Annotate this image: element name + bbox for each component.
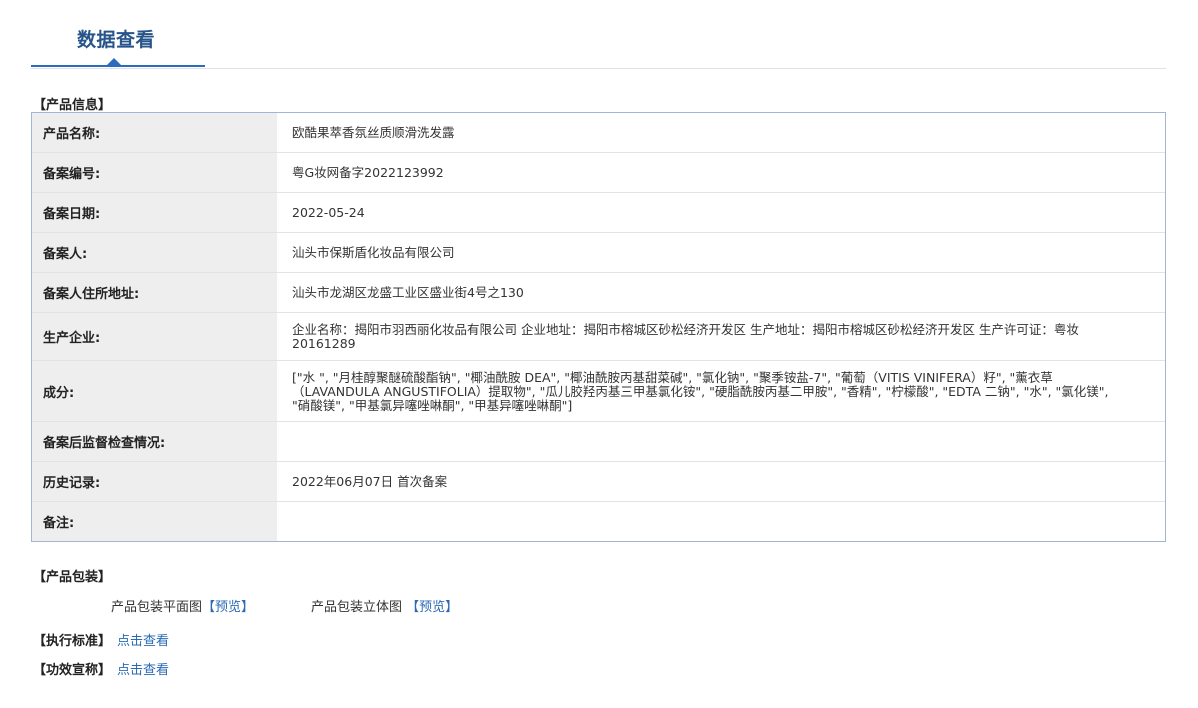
table-row: 备案日期: 2022-05-24 [32, 193, 1165, 233]
row-label: 备案人住所地址: [32, 273, 277, 312]
row-label: 产品名称: [32, 113, 277, 152]
filer-address-value: 汕头市龙湖区龙盛工业区盛业街4号之130 [292, 284, 524, 300]
row-label: 备案日期: [32, 193, 277, 232]
table-row: 备案后监督检查情况: [32, 422, 1165, 462]
row-label: 成分: [32, 361, 277, 421]
product-info-heading: 【产品信息】 [33, 98, 112, 113]
row-label: 历史记录: [32, 462, 277, 501]
efficacy-label: 【功效宣称】 [33, 663, 112, 678]
row-label: 生产企业: [32, 313, 277, 360]
table-row: 备案编号: 粤G妆网备字2022123992 [32, 153, 1165, 193]
packaging-solid-label: 产品包装立体图 [311, 600, 403, 615]
standard-view-link[interactable]: 点击查看 [117, 634, 169, 649]
table-row: 备案人住所地址: 汕头市龙湖区龙盛工业区盛业街4号之130 [32, 273, 1165, 313]
table-row: 生产企业: 企业名称：揭阳市羽西丽化妆品有限公司 企业地址：揭阳市榕城区砂松经济… [32, 313, 1165, 361]
manufacturer-value: 企业名称：揭阳市羽西丽化妆品有限公司 企业地址：揭阳市榕城区砂松经济开发区 生产… [292, 322, 1079, 351]
packaging-flat-label: 产品包装平面图 [111, 600, 203, 615]
efficacy-line: 【功效宣称】 点击查看 [33, 659, 169, 678]
tab-data-view[interactable]: 数据查看 [77, 25, 155, 52]
product-info-table: 产品名称: 欧酷果萃香氛丝质顺滑洗发露 备案编号: 粤G妆网备字20221239… [31, 112, 1166, 542]
table-row: 备案人: 汕头市保斯盾化妆品有限公司 [32, 233, 1165, 273]
table-row: 备注: [32, 502, 1165, 541]
table-row: 历史记录: 2022年06月07日 首次备案 [32, 462, 1165, 502]
table-row: 产品名称: 欧酷果萃香氛丝质顺滑洗发露 [32, 113, 1165, 153]
filer-value: 汕头市保斯盾化妆品有限公司 [292, 244, 455, 260]
packaging-solid-preview-link[interactable]: 【预览】 [406, 600, 458, 615]
filing-date-value: 2022-05-24 [292, 204, 365, 220]
tab-active-caret [107, 58, 121, 65]
remarks-value [277, 502, 1165, 541]
product-name-value: 欧酷果萃香氛丝质顺滑洗发露 [292, 124, 455, 140]
packaging-flat-preview-link[interactable]: 【预览】 [202, 600, 254, 615]
packaging-heading: 【产品包装】 [33, 570, 112, 585]
standard-line: 【执行标准】 点击查看 [33, 630, 169, 649]
table-row: 成分: ["水 ", "月桂醇聚醚硫酸酯钠", "椰油酰胺 DEA", "椰油酰… [32, 361, 1165, 422]
filing-number-value: 粤G妆网备字2022123992 [292, 164, 444, 180]
row-label: 备案编号: [32, 153, 277, 192]
efficacy-view-link[interactable]: 点击查看 [117, 663, 169, 678]
inspection-value [277, 422, 1165, 461]
tab-active-underline [31, 65, 205, 67]
ingredients-value: ["水 ", "月桂醇聚醚硫酸酯钠", "椰油酰胺 DEA", "椰油酰胺丙基甜… [292, 370, 1109, 413]
tab-bar: 数据查看 [31, 0, 1166, 69]
history-value: 2022年06月07日 首次备案 [292, 473, 448, 489]
row-label: 备案人: [32, 233, 277, 272]
packaging-flat-item: 产品包装平面图【预览】 [111, 596, 254, 615]
standard-label: 【执行标准】 [33, 634, 112, 649]
row-label: 备注: [32, 502, 277, 541]
row-label: 备案后监督检查情况: [32, 422, 277, 461]
packaging-solid-item: 产品包装立体图 【预览】 [311, 596, 458, 615]
